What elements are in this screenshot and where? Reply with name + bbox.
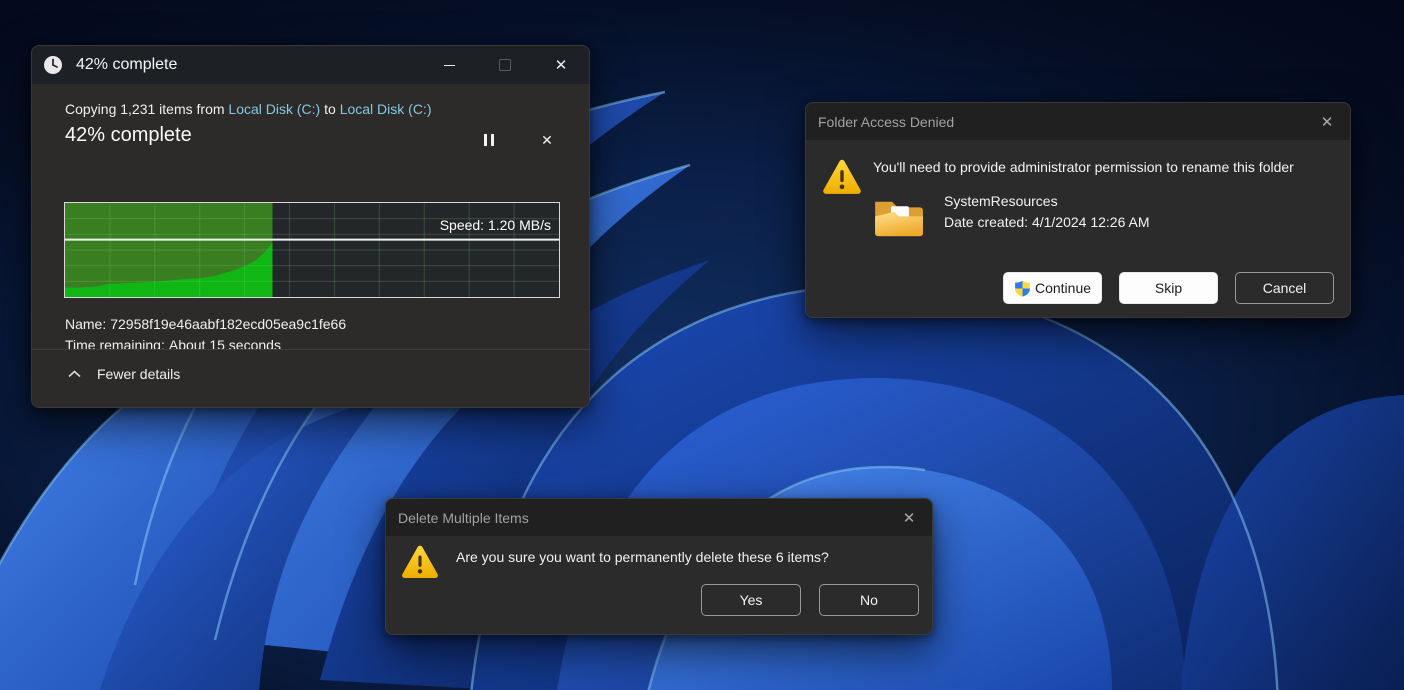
folder-dialog-title: Folder Access Denied — [818, 114, 954, 130]
copy-window-body: Copying 1,231 items from Local Disk (C:)… — [32, 84, 589, 350]
delete-dialog-buttons: Yes No — [701, 584, 919, 616]
copy-window-footer: Fewer details — [32, 349, 589, 407]
copy-summary-prefix: Copying 1,231 items from — [65, 101, 225, 117]
cancel-button[interactable]: Cancel — [1235, 272, 1334, 304]
minimize-icon — [444, 65, 455, 66]
copy-window-titlebar[interactable]: 42% complete ✕ — [32, 46, 589, 84]
file-operation-clock-icon — [43, 55, 63, 75]
cancel-icon: ✕ — [541, 132, 553, 149]
folder-dialog-buttons: Continue Skip Cancel — [1003, 272, 1334, 304]
speed-label: Speed: 1.20 MB/s — [440, 217, 551, 233]
name-value: 72958f19e46aabf182ecd05ea9c1fe66 — [110, 316, 346, 332]
copy-progress-window: 42% complete ✕ Copying 1,231 items from … — [31, 45, 590, 408]
skip-label: Skip — [1155, 280, 1182, 296]
cancel-label: Cancel — [1263, 280, 1307, 296]
progress-percent-heading: 42% complete — [65, 124, 192, 147]
folder-icon — [874, 196, 928, 239]
delete-dialog-title: Delete Multiple Items — [398, 510, 529, 526]
yes-button[interactable]: Yes — [701, 584, 801, 616]
name-label: Name: — [65, 316, 106, 332]
close-icon: ✕ — [555, 58, 568, 73]
destination-location-link[interactable]: Local Disk (C:) — [340, 101, 432, 117]
folder-dialog-titlebar[interactable]: Folder Access Denied ✕ — [806, 103, 1350, 140]
maximize-icon — [499, 59, 511, 71]
no-button[interactable]: No — [819, 584, 919, 616]
continue-button[interactable]: Continue — [1003, 272, 1102, 304]
folder-date-created: Date created: 4/1/2024 12:26 AM — [944, 214, 1149, 230]
close-icon: ✕ — [903, 509, 916, 527]
chevron-up-icon — [68, 370, 81, 378]
fewer-details-label: Fewer details — [97, 366, 180, 382]
window-controls: ✕ — [421, 46, 589, 84]
window-title: 42% complete — [76, 56, 177, 74]
speed-graph: Speed: 1.20 MB/s — [64, 202, 560, 298]
no-label: No — [860, 592, 878, 608]
uac-shield-icon — [1014, 280, 1031, 297]
warning-icon — [401, 544, 439, 579]
delete-items-dialog: Delete Multiple Items ✕ Are you sure you… — [385, 498, 933, 635]
pause-button[interactable] — [474, 128, 504, 152]
close-icon: ✕ — [1321, 113, 1334, 131]
source-location-link[interactable]: Local Disk (C:) — [228, 101, 320, 117]
skip-button[interactable]: Skip — [1119, 272, 1218, 304]
desktop: 42% complete ✕ Copying 1,231 items from … — [0, 0, 1404, 690]
warning-icon — [822, 158, 862, 195]
yes-label: Yes — [740, 592, 763, 608]
cancel-copy-button[interactable]: ✕ — [532, 128, 562, 152]
delete-dialog-close-button[interactable]: ✕ — [886, 499, 932, 536]
copy-summary-connector: to — [324, 101, 336, 117]
detail-name-row: Name:72958f19e46aabf182ecd05ea9c1fe66 — [65, 314, 350, 335]
delete-dialog-titlebar[interactable]: Delete Multiple Items ✕ — [386, 499, 932, 536]
folder-dialog-close-button[interactable]: ✕ — [1304, 103, 1350, 140]
pause-icon — [484, 134, 494, 146]
permission-message: You'll need to provide administrator per… — [873, 159, 1294, 175]
delete-confirmation-message: Are you sure you want to permanently del… — [456, 549, 829, 565]
maximize-button[interactable] — [477, 46, 533, 84]
copy-summary-line: Copying 1,231 items from Local Disk (C:)… — [65, 101, 431, 117]
folder-access-denied-dialog: Folder Access Denied ✕ You'll need to pr… — [805, 102, 1351, 318]
fewer-details-toggle[interactable]: Fewer details — [68, 366, 180, 382]
minimize-button[interactable] — [421, 46, 477, 84]
continue-label: Continue — [1035, 280, 1091, 296]
folder-name: SystemResources — [944, 193, 1058, 209]
close-button[interactable]: ✕ — [533, 46, 589, 84]
